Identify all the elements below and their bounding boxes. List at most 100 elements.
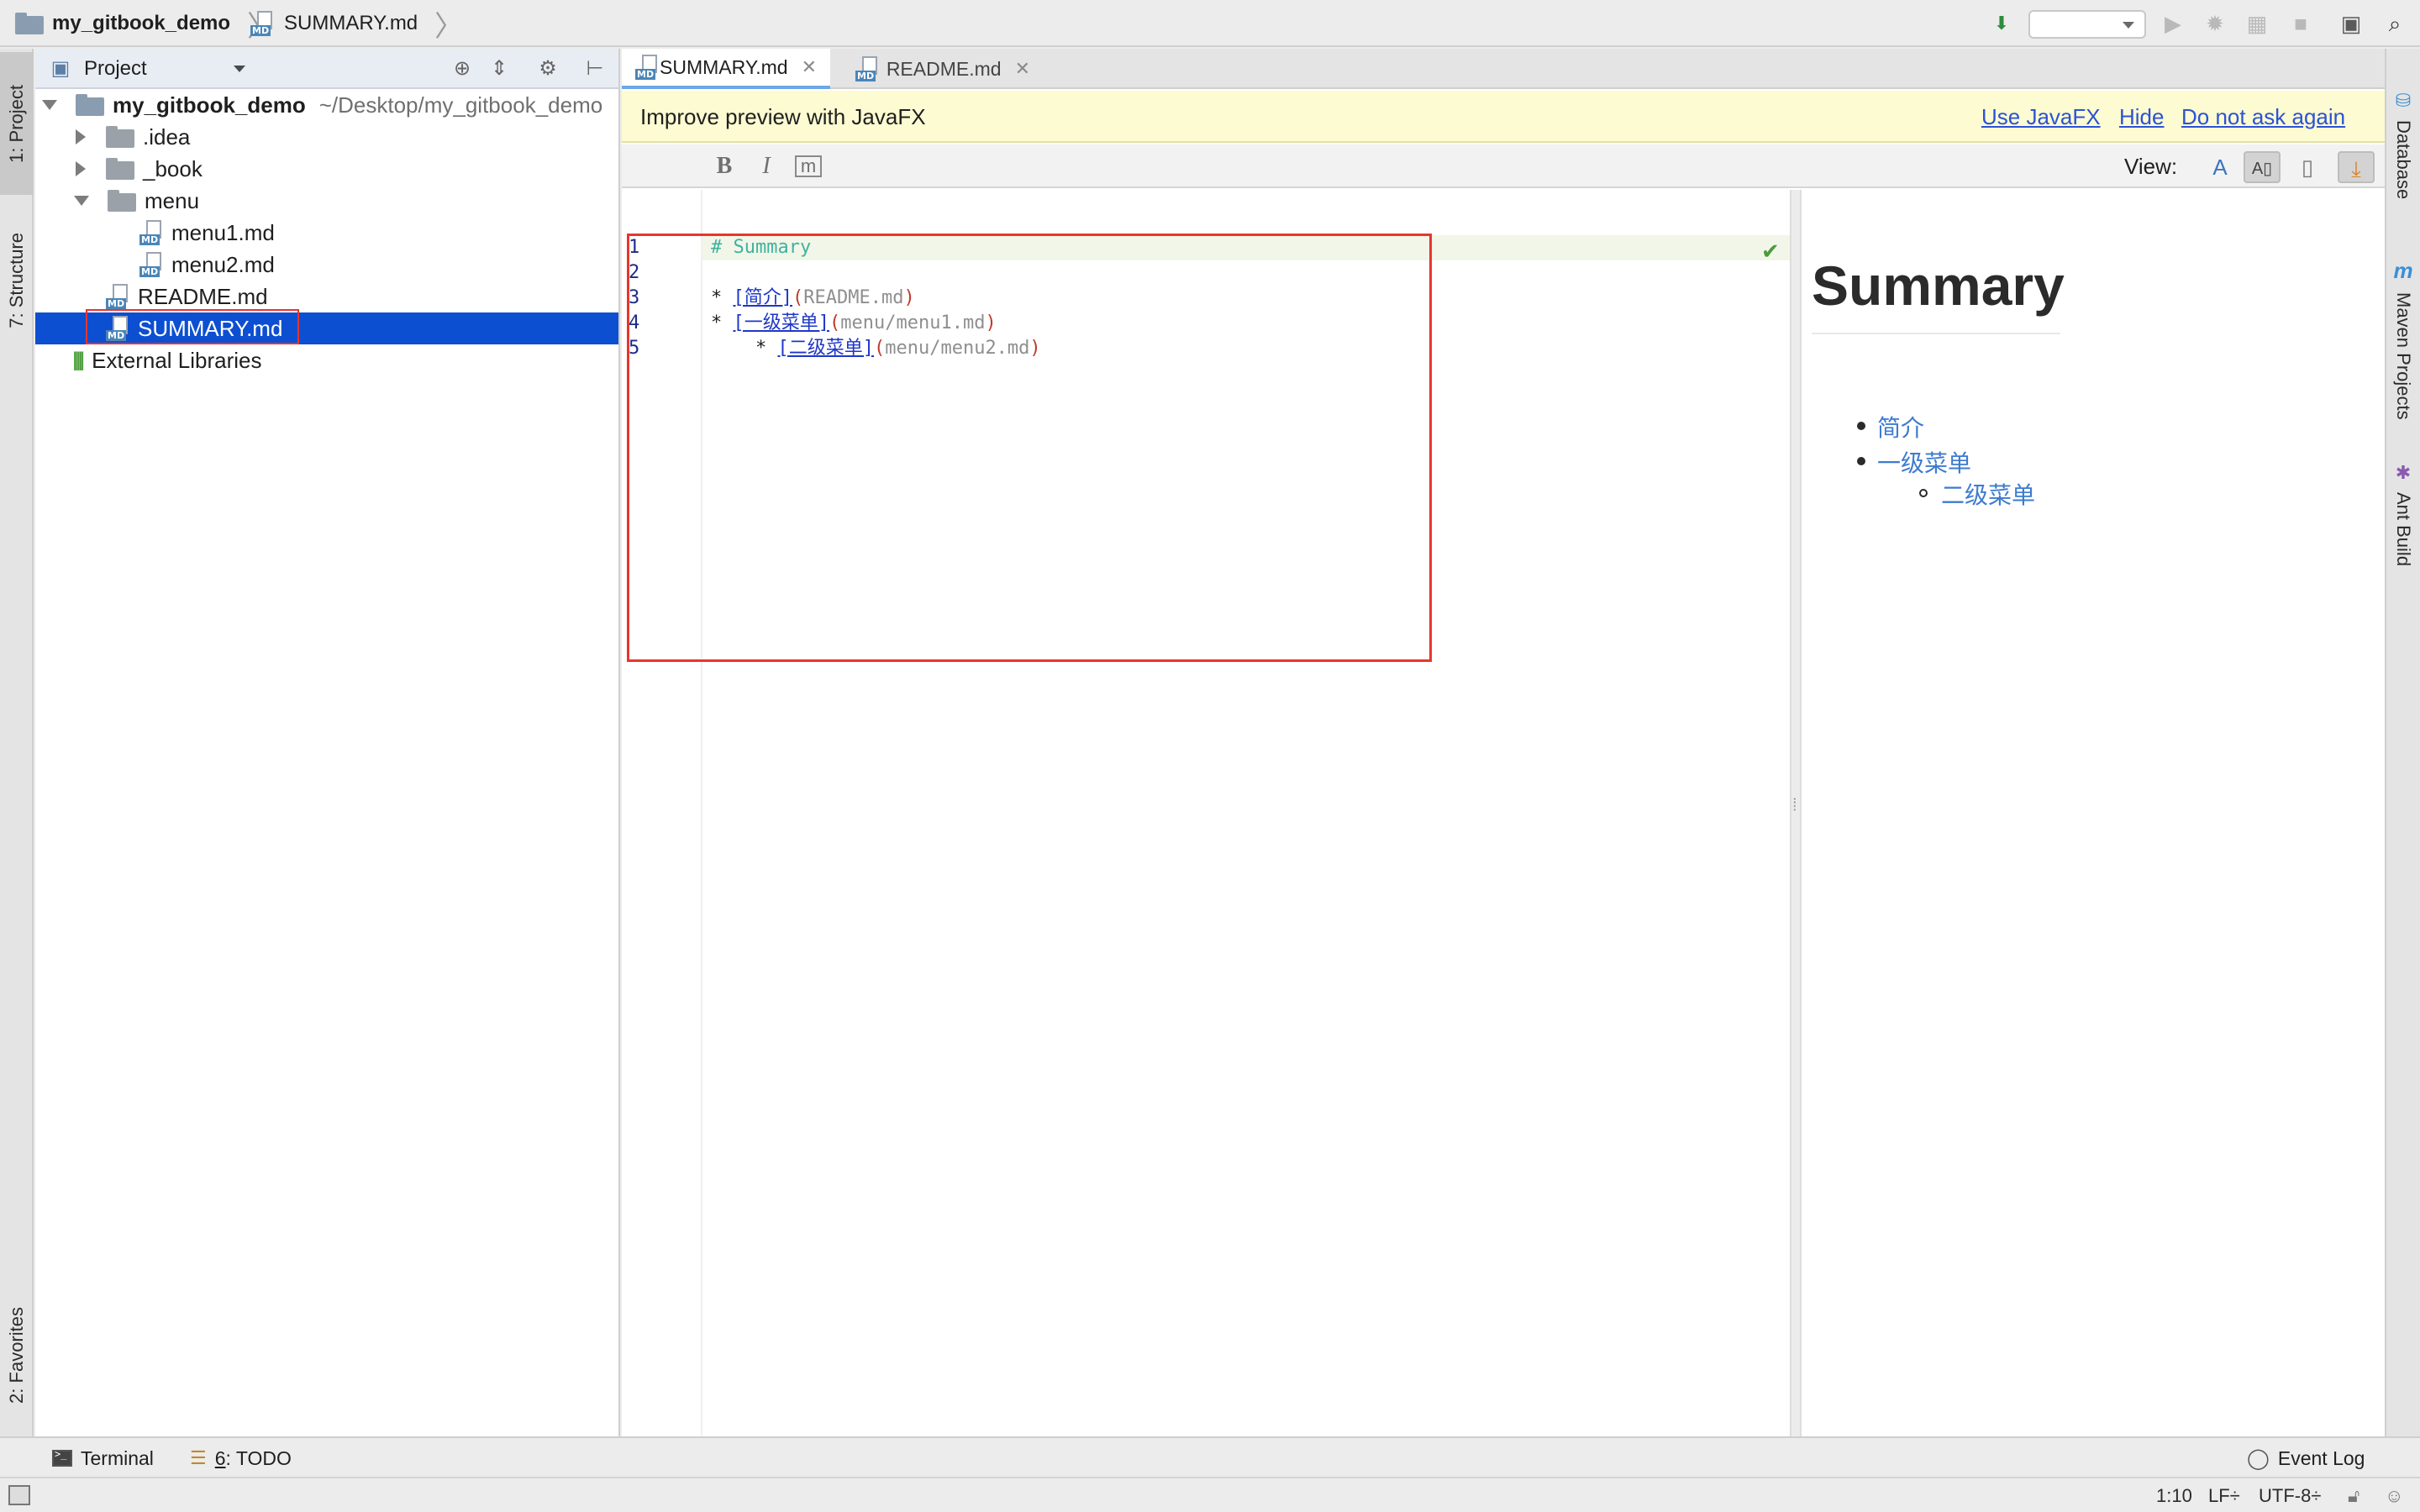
file-encoding[interactable]: UTF-8÷ [2259,1478,2321,1512]
todo-tab[interactable]: ☰ 6: TODO [190,1438,292,1478]
use-javafx-link[interactable]: Use JavaFX [1981,91,2101,143]
view-label: View: [2124,154,2178,179]
source-editor[interactable]: 1 2 3 4 5 # Summary * [简介](README.md) * … [622,190,1790,1436]
tool-tab-ant[interactable]: ✱ Ant Build [2386,447,2420,581]
tree-item-menu1[interactable]: MD menu1.md [35,217,618,249]
tree-item-menu2[interactable]: MD menu2.md [35,249,618,281]
breadcrumb-file[interactable]: MD SUMMARY.md 〉 [250,0,463,47]
do-not-ask-link[interactable]: Do not ask again [2181,91,2345,143]
hide-panel-icon[interactable]: ⊢ [583,57,607,81]
tool-tab-structure[interactable]: 7: Structure [0,205,34,356]
terminal-tab[interactable]: Terminal [52,1438,154,1478]
navigation-bar: my_gitbook_demo 〉 MD SUMMARY.md 〉 ⬇ ▶ ✹ … [0,0,2420,47]
tool-windows-toggle-icon[interactable] [8,1485,30,1505]
markdown-file-icon: MD [855,56,878,81]
search-icon[interactable]: ⌕ [2383,12,2407,35]
editor-only-view-icon[interactable]: A [2202,151,2238,183]
breadcrumb-project-label: my_gitbook_demo [52,12,231,34]
tool-tab-project-label: 1: Project [6,84,27,163]
tree-root[interactable]: my_gitbook_demo ~/Desktop/my_gitbook_dem… [35,89,618,121]
tree-item-book[interactable]: _book [35,153,618,185]
tool-tab-database[interactable]: ⛁ Database [2386,60,2420,228]
folder-icon [108,190,136,212]
tool-tab-favorites[interactable]: 2: Favorites [0,1275,34,1435]
code-line-3: * [简介](README.md) [711,287,915,308]
gear-icon[interactable]: ⚙ [536,57,560,81]
scroll-sync-icon[interactable]: ⤓ [2338,151,2375,183]
current-line-highlight [702,235,1790,260]
expand-down-icon[interactable] [42,100,57,110]
tree-item-label: menu1.md [171,219,275,245]
code-button[interactable]: m [795,155,822,177]
database-icon: ⛁ [2395,89,2412,111]
tree-item-label: SUMMARY.md [138,315,283,341]
locate-file-icon[interactable]: ⊕ [450,57,474,81]
caret-position[interactable]: 1:10 [2156,1478,2192,1512]
coverage-icon[interactable]: ▦ [2245,12,2269,35]
tree-item-label: menu2.md [171,251,275,277]
library-icon: ||||| [72,349,85,371]
tree-item-summary[interactable]: MD SUMMARY.md [35,309,618,344]
breadcrumb-separator-icon: 〉 [434,10,464,43]
bold-button[interactable]: B [711,153,738,180]
tree-item-label: _book [143,155,203,181]
line-separator[interactable]: LF÷ [2208,1478,2240,1512]
hide-link[interactable]: Hide [2119,91,2164,143]
chevron-down-icon[interactable] [234,66,245,72]
tree-item-readme[interactable]: MD README.md [35,281,618,312]
inspector-icon[interactable]: ☺ [2385,1478,2403,1512]
stop-icon[interactable]: ■ [2289,12,2312,35]
project-panel-header: ▣ Project ⊕ ⇕ ⚙ ⊢ [35,49,618,89]
preview-link-3[interactable]: 二级菜单 [1941,477,2035,511]
terminal-label: Terminal [81,1446,154,1469]
expand-right-icon[interactable] [76,129,86,144]
right-tool-strip: ⛁ Database m Maven Projects ✱ Ant Build [2385,49,2420,1436]
expand-right-icon[interactable] [76,161,86,176]
close-icon[interactable]: ✕ [802,56,817,78]
markdown-preview: Summary 简介 一级菜单 二级菜单 [1802,190,2385,1436]
preview-link-1[interactable]: 简介 [1877,410,1924,444]
code-link-text: [一级菜单] [733,312,830,333]
collapse-all-icon[interactable]: ⇕ [487,57,511,81]
debug-icon[interactable]: ✹ [2203,12,2227,35]
line-number: 5 [629,338,640,359]
event-log-label: Event Log [2277,1446,2365,1469]
project-structure-icon[interactable]: ▣ [2339,12,2363,35]
event-log-tab[interactable]: ◯ Event Log [2247,1438,2365,1478]
close-icon[interactable]: ✕ [1015,58,1030,80]
run-configuration-select[interactable] [2028,10,2146,39]
expand-down-icon[interactable] [74,196,89,206]
tree-item-external-libraries[interactable]: ||||| External Libraries [35,344,618,376]
tab-summary[interactable]: MD SUMMARY.md ✕ [622,49,830,89]
tree-item-menu[interactable]: menu [35,185,618,217]
tree-item-label: README.md [138,283,268,309]
preview-heading-rule [1812,333,2060,334]
project-view-title[interactable]: Project [84,49,147,89]
tool-tab-maven[interactable]: m Maven Projects [2386,250,2420,427]
build-project-icon[interactable]: ⬇ [1990,12,2013,35]
folder-icon [106,126,134,148]
code-line-5: * [二级菜单](menu/menu2.md) [711,338,1041,359]
lock-icon[interactable]: 🔓︎ [2348,1478,2360,1512]
tool-tab-project[interactable]: 1: Project [0,52,34,195]
code-link-text: [简介] [733,287,793,308]
tab-readme[interactable]: MD README.md ✕ [842,49,1044,89]
split-view-icon[interactable]: A▯ [2244,151,2281,183]
split-divider[interactable] [1790,190,1802,1436]
italic-button[interactable]: I [753,153,780,180]
tab-label: SUMMARY.md [660,55,788,78]
markdown-file-icon: MD [106,316,131,341]
markdown-file-icon: MD [106,284,131,309]
folder-icon [76,94,104,116]
breadcrumb-project[interactable]: my_gitbook_demo 〉 [15,0,276,47]
run-icon[interactable]: ▶ [2161,12,2185,35]
inspection-ok-icon[interactable]: ✔ [1761,239,1780,265]
todo-number: 6 [214,1446,226,1469]
preview-link-2[interactable]: 一级菜单 [1877,445,1971,479]
tree-item-label: External Libraries [92,347,262,373]
code-link-url: menu/menu2.md [885,338,1030,359]
left-tool-strip: 1: Project 7: Structure 2: Favorites [0,49,34,1436]
line-number: 2 [629,262,640,283]
tree-item-idea[interactable]: .idea [35,121,618,153]
preview-only-view-icon[interactable]: ▯ [2289,151,2326,183]
